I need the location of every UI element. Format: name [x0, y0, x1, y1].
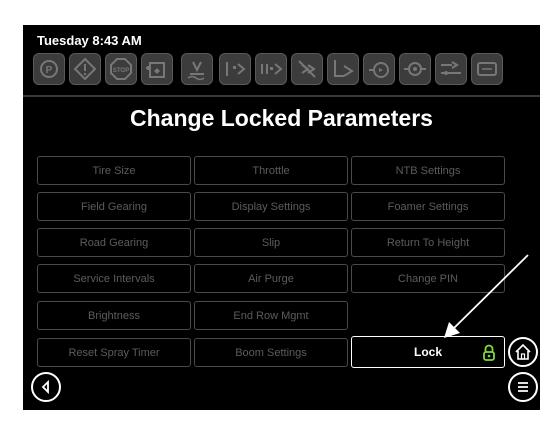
service-intervals-button[interactable]: Service Intervals: [37, 264, 191, 293]
boom-center-icon[interactable]: [255, 53, 287, 85]
console-icon[interactable]: [471, 53, 503, 85]
warning-icon[interactable]: [69, 53, 101, 85]
change-pin-button[interactable]: Change PIN: [351, 264, 505, 293]
tire-size-button[interactable]: Tire Size: [37, 156, 191, 185]
display-screen: Tuesday 8:43 AM P STOP Change Locked Par…: [23, 25, 540, 410]
padlock-icon: [483, 344, 495, 361]
end-row-mgmt-button[interactable]: End Row Mgmt: [194, 301, 348, 330]
home-button[interactable]: [508, 337, 538, 367]
road-gearing-button[interactable]: Road Gearing: [37, 228, 191, 257]
stop-icon[interactable]: STOP: [105, 53, 137, 85]
hydraulic-icon[interactable]: [435, 53, 467, 85]
slip-button[interactable]: Slip: [194, 228, 348, 257]
boom-settings-button[interactable]: Boom Settings: [194, 338, 348, 367]
menu-icon: [518, 382, 528, 392]
home-icon: [515, 343, 531, 360]
header-divider: [23, 95, 540, 97]
datetime: Tuesday 8:43 AM: [37, 33, 142, 48]
return-to-height-button[interactable]: Return To Height: [351, 228, 505, 257]
menu-button[interactable]: [508, 372, 538, 402]
page-title: Change Locked Parameters: [130, 105, 433, 131]
parking-brake-icon[interactable]: P: [33, 53, 65, 85]
pump-icon[interactable]: [363, 53, 395, 85]
lock-button[interactable]: Lock: [351, 336, 505, 368]
foamer-settings-button[interactable]: Foamer Settings: [351, 192, 505, 221]
spray-icon[interactable]: [181, 53, 213, 85]
boom-right-icon[interactable]: [327, 53, 359, 85]
boom-left-icon[interactable]: [219, 53, 251, 85]
reset-spray-timer-button[interactable]: Reset Spray Timer: [37, 338, 191, 367]
tank-icon[interactable]: [141, 53, 173, 85]
back-icon: [41, 379, 49, 395]
air-purge-button[interactable]: Air Purge: [194, 264, 348, 293]
back-button[interactable]: [31, 372, 61, 402]
field-gearing-button[interactable]: Field Gearing: [37, 192, 191, 221]
ntb-settings-button[interactable]: NTB Settings: [351, 156, 505, 185]
svg-text:P: P: [46, 65, 53, 76]
foam-icon[interactable]: [399, 53, 431, 85]
brightness-button[interactable]: Brightness: [37, 301, 191, 330]
lock-label: Lock: [413, 345, 442, 359]
boom-off-icon[interactable]: [291, 53, 323, 85]
throttle-button[interactable]: Throttle: [194, 156, 348, 185]
svg-text:STOP: STOP: [113, 68, 129, 74]
display-settings-button[interactable]: Display Settings: [194, 192, 348, 221]
